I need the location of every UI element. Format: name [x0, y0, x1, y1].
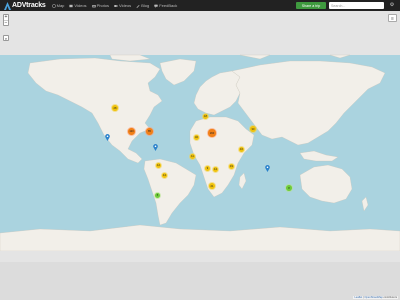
map-pin-icon[interactable] — [105, 134, 110, 141]
cluster-middle-east[interactable]: 16 — [238, 146, 245, 153]
cluster-count: 18 — [202, 113, 209, 120]
cluster-count: 260 — [208, 129, 216, 137]
cluster-count: 5 — [154, 192, 161, 199]
share-trip-button[interactable]: Share a trip — [296, 2, 326, 9]
cluster-count: 14 — [212, 166, 219, 173]
cluster-chile[interactable]: 5 — [154, 192, 161, 199]
cluster-count: 120 — [128, 128, 135, 135]
film-icon — [69, 4, 73, 7]
cluster-count: 32 — [193, 134, 200, 141]
gear-icon[interactable]: ⚙ — [388, 2, 396, 9]
nav-item-videos[interactable]: Videos — [69, 3, 87, 8]
page-bottom-area: Leaflet | OpenStreetMap contributors — [0, 262, 400, 300]
cluster-south-asia[interactable]: 19 — [228, 163, 235, 170]
top-navbar: ADVtracks Map Videos Photos Videos Blog … — [0, 0, 400, 11]
nav-item-map[interactable]: Map — [51, 3, 65, 8]
cluster-central-america[interactable]: 12 — [155, 162, 162, 169]
nav-item-blog[interactable]: Blog — [136, 3, 149, 8]
nav-item-photos[interactable]: Photos — [91, 3, 110, 8]
cluster-europe-central[interactable]: 260 — [207, 128, 217, 138]
map-tiles — [0, 11, 400, 262]
comment-icon — [154, 4, 158, 8]
cluster-count: 28 — [112, 105, 118, 111]
map-attribution: Leaflet | OpenStreetMap contributors — [353, 296, 398, 299]
globe-icon — [51, 3, 56, 8]
cluster-count: 19 — [228, 163, 235, 170]
cluster-south-america[interactable]: 14 — [161, 172, 168, 179]
app-name: ADVtracks — [12, 2, 46, 9]
video-icon — [114, 4, 118, 7]
osm-link[interactable]: OpenStreetMap — [364, 296, 382, 299]
camera-icon — [91, 4, 96, 7]
attribution-suffix: contributors — [382, 296, 397, 299]
nav-label: Blog — [141, 3, 150, 8]
nav-item-feedback[interactable]: FeedBack — [154, 3, 177, 8]
map-empty-bottom — [0, 251, 400, 262]
app-logo[interactable]: ADVtracks — [4, 1, 46, 10]
cluster-north-africa[interactable]: 11 — [189, 153, 196, 160]
nav-item-videos-2[interactable]: Videos — [114, 3, 131, 8]
map-pin-icon[interactable] — [153, 144, 158, 151]
cluster-count: 14 — [161, 172, 168, 179]
pen-icon — [136, 4, 140, 8]
cluster-west-africa[interactable]: 9 — [204, 165, 211, 172]
zoom-out-button[interactable]: − — [4, 20, 8, 26]
cluster-asia[interactable]: 30 — [249, 125, 257, 133]
share-trip-label: Share a trip — [301, 3, 321, 8]
search-input[interactable] — [329, 2, 384, 9]
cluster-n-america-west[interactable]: 28 — [111, 104, 119, 112]
cluster-n-america-east[interactable]: 85 — [145, 127, 154, 136]
cluster-count: 12 — [155, 162, 162, 169]
world-map[interactable]: 28 120 85 12 14 5 32 260 18 11 16 9 14 2… — [0, 11, 400, 262]
search-icon[interactable]: ⌕ — [3, 35, 9, 41]
nav-label: FeedBack — [159, 3, 178, 8]
nav-label: Photos — [96, 3, 110, 8]
cluster-count: 21 — [209, 183, 215, 189]
cluster-count: 30 — [250, 126, 256, 132]
nav-label: Videos — [74, 3, 87, 8]
cluster-east-africa[interactable]: 14 — [212, 166, 219, 173]
cluster-count: 11 — [189, 153, 196, 160]
nav-label: Videos — [119, 3, 132, 8]
cluster-count: 16 — [238, 146, 245, 153]
cluster-southern-africa[interactable]: 21 — [208, 182, 216, 190]
map-empty-top — [0, 11, 400, 55]
cluster-n-america-central[interactable]: 120 — [127, 127, 136, 136]
cluster-count: 85 — [146, 128, 153, 135]
cluster-scandinavia[interactable]: 18 — [202, 113, 209, 120]
nav-label: Map — [56, 3, 65, 8]
layers-icon[interactable]: ≡ — [388, 14, 397, 22]
zoom-control: + − — [3, 14, 9, 26]
cluster-count: 8 — [286, 185, 292, 191]
cluster-europe-west[interactable]: 32 — [193, 134, 200, 141]
cluster-australia[interactable]: 8 — [285, 184, 293, 192]
cluster-count: 9 — [204, 165, 211, 172]
main-nav: Map Videos Photos Videos Blog FeedBack — [51, 3, 177, 8]
map-pin-icon[interactable] — [265, 165, 270, 172]
logo-icon — [4, 1, 11, 10]
